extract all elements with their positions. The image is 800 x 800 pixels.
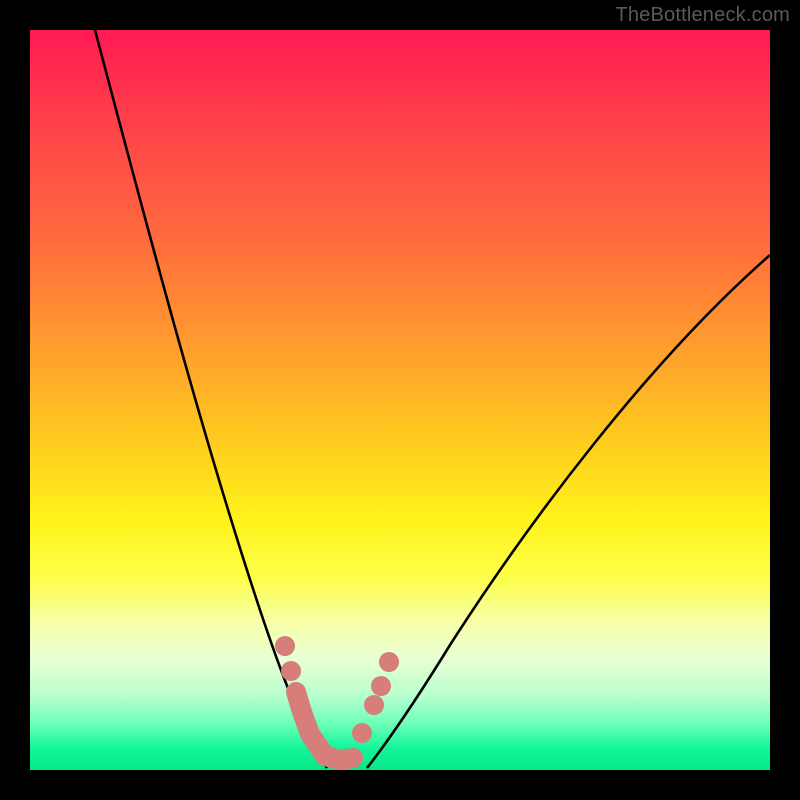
watermark-text: TheBottleneck.com: [615, 4, 790, 27]
chart-frame: TheBottleneck.com: [0, 0, 800, 800]
marker-line: [275, 636, 399, 760]
left-curve: [95, 30, 327, 768]
curve-overlay: [30, 30, 770, 770]
plot-area: [30, 30, 770, 770]
right-curve: [367, 255, 770, 768]
